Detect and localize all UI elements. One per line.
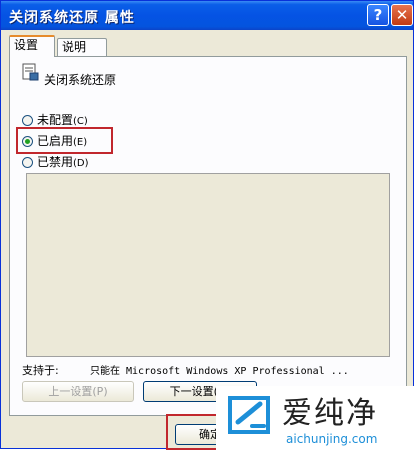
watermark-logo-icon <box>228 396 270 434</box>
help-button[interactable]: ? <box>367 4 389 26</box>
window-title: 关闭系统还原 属性 <box>9 10 135 26</box>
radio-not-configured[interactable] <box>22 115 33 126</box>
radio-disabled[interactable] <box>22 157 33 168</box>
tab-description[interactable]: 说明 <box>57 38 107 56</box>
previous-setting-button[interactable]: 上一设置(P) <box>22 381 134 402</box>
watermark-url: aichunjing.com <box>286 432 378 446</box>
option-label: 已禁用 <box>37 155 74 169</box>
option-accelerator: (C) <box>73 116 88 127</box>
option-label: 未配置 <box>37 113 74 127</box>
tab-settings[interactable]: 设置 <box>9 35 55 57</box>
option-disabled[interactable]: 已禁用(D) <box>22 153 89 171</box>
properties-dialog: 关闭系统还原 属性 ? ✕ 设置 说明 关闭系统还原 未配置(C) 已启用(E)… <box>0 0 414 450</box>
supported-on-label: 支持于: <box>22 364 59 377</box>
settings-panel: 关闭系统还原 未配置(C) 已启用(E) 已禁用(D) 支持于: 只能在 Mic… <box>9 56 407 416</box>
close-button[interactable]: ✕ <box>391 4 413 26</box>
policy-name: 关闭系统还原 <box>44 73 117 87</box>
policy-setting-icon <box>22 63 39 81</box>
enabled-highlight-box <box>16 127 113 154</box>
watermark-title: 爱纯净 <box>282 396 378 431</box>
option-accelerator: (D) <box>73 158 89 169</box>
supported-on-value: 只能在 Microsoft Windows XP Professional ..… <box>90 366 349 377</box>
watermark: 爱纯净 aichunjing.com <box>216 386 416 451</box>
title-bar[interactable]: 关闭系统还原 属性 ? ✕ <box>1 1 413 30</box>
options-area <box>26 173 390 357</box>
